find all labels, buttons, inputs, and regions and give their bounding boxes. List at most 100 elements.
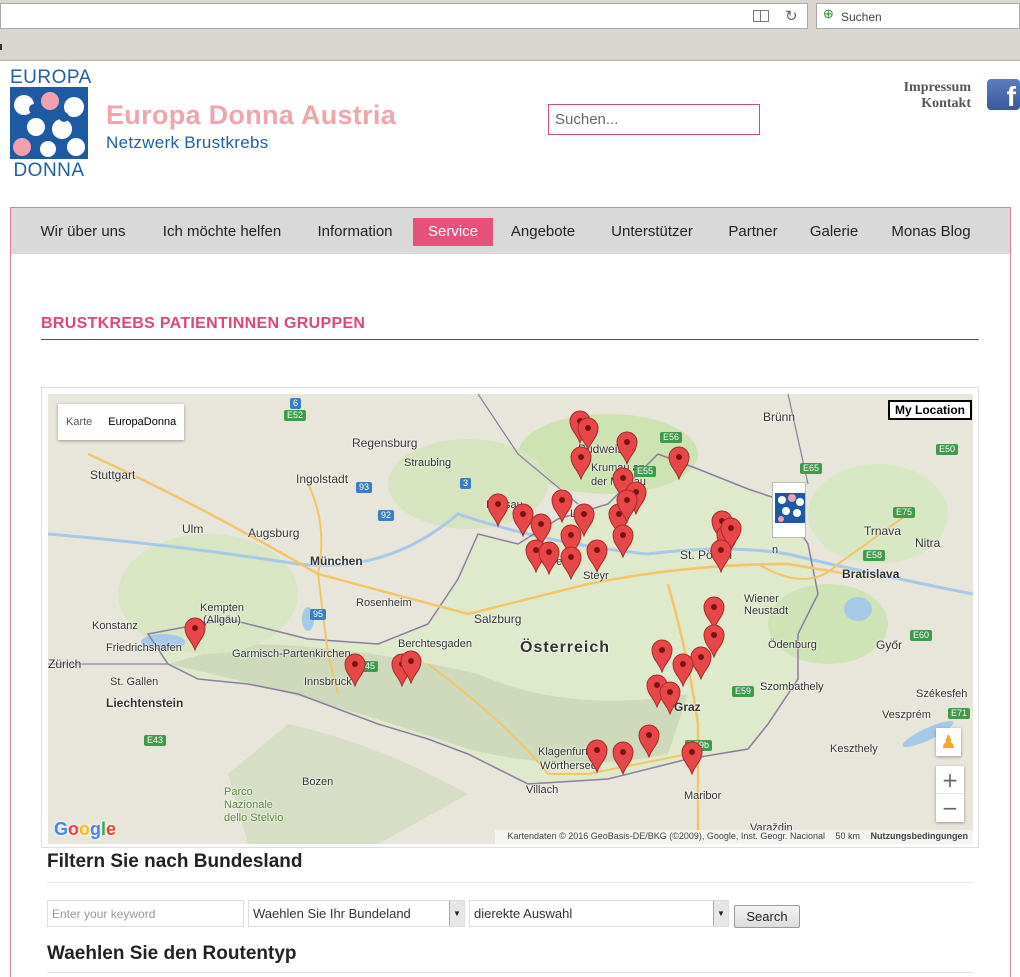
chevron-down-icon[interactable]: ▼ <box>713 901 728 926</box>
street-view-pegman-icon[interactable]: ♟ <box>936 728 961 756</box>
map-label-muenchen: München <box>310 554 363 568</box>
map-label-zuerich: Zürich <box>48 657 82 671</box>
map-label-straubing: Straubing <box>404 457 452 469</box>
map-label-ulm: Ulm <box>182 522 204 536</box>
road-badge: 6 <box>290 398 302 409</box>
browser-search-field[interactable]: ⊕ Suchen <box>816 3 1020 29</box>
route-divider <box>47 972 973 973</box>
nav-item-ich-moechte-helfen[interactable]: Ich möchte helfen <box>151 218 293 246</box>
map-label-nitra: Nitra <box>915 536 941 550</box>
road-badge: E52 <box>284 410 307 421</box>
nav-item-monas-blog[interactable]: Monas Blog <box>879 218 983 246</box>
map-label-regensburg: Regensburg <box>352 436 418 450</box>
map-type-europadonna[interactable]: EuropaDonna <box>100 404 184 440</box>
zoom-out-button[interactable]: − <box>936 794 964 822</box>
search-button[interactable]: Search <box>734 905 800 928</box>
road-badge: E43 <box>144 735 167 746</box>
map-marker-pin-icon[interactable] <box>538 541 560 576</box>
europadonna-map-marker[interactable] <box>772 482 806 538</box>
attribution-text: Kartendaten © 2016 GeoBasis-DE/BKG (©200… <box>507 831 825 841</box>
map-marker-pin-icon[interactable] <box>573 503 595 537</box>
map-label-szombathely: Szombathely <box>760 681 824 693</box>
map-label-stuttgart: Stuttgart <box>90 468 136 482</box>
map-label-st-gallen: St. Gallen <box>110 676 159 688</box>
map-marker-pin-icon[interactable] <box>551 489 573 523</box>
map-marker-pin-icon[interactable] <box>668 446 690 480</box>
map-label-ingolstadt: Ingolstadt <box>296 472 349 486</box>
map-label-bratislava: Bratislava <box>842 567 900 581</box>
map-label-stelvio-3: dello Stelvio <box>224 812 284 824</box>
zoom-in-button[interactable]: + <box>936 766 964 794</box>
impressum-link[interactable]: Impressum <box>904 80 971 96</box>
map-label-friedrichshafen: Friedrichshafen <box>106 642 182 654</box>
google-logo[interactable]: Google <box>54 819 116 840</box>
nav-item-wir-ueber-uns[interactable]: Wir über uns <box>28 218 138 246</box>
map-label-wiener: Wiener <box>744 593 779 605</box>
map-label-keszthely: Keszthely <box>830 743 878 755</box>
map-marker-pin-icon[interactable] <box>616 489 638 523</box>
nav-item-galerie[interactable]: Galerie <box>801 218 867 246</box>
map-marker-pin-icon[interactable] <box>400 650 422 684</box>
chevron-down-icon[interactable]: ▼ <box>449 901 464 926</box>
nav-item-partner[interactable]: Partner <box>719 218 787 246</box>
map-marker-pin-icon[interactable] <box>638 724 660 759</box>
map-marker-pin-icon[interactable] <box>659 681 681 716</box>
address-bar[interactable]: ↻ <box>0 3 808 29</box>
map-label-wien: n <box>772 544 779 556</box>
brand-title: Europa Donna Austria <box>106 100 397 130</box>
map-marker-pin-icon[interactable] <box>586 539 608 573</box>
road-badge: E65 <box>800 463 823 474</box>
map-marker-pin-icon[interactable] <box>560 546 582 580</box>
browser-chrome: ↻ ⊕ Suchen <box>0 0 1020 61</box>
map-marker-pin-icon[interactable] <box>487 493 509 527</box>
map-marker-pin-icon[interactable] <box>612 524 634 559</box>
map-marker-pin-icon[interactable] <box>651 639 673 673</box>
road-badge: E71 <box>948 708 971 719</box>
map-marker-pin-icon[interactable] <box>612 741 634 776</box>
map-label-konstanz: Konstanz <box>92 620 138 632</box>
site-logo[interactable]: EUROPA DONNA <box>10 67 91 181</box>
map-label-bruenn: Brünn <box>763 410 796 424</box>
map-label-maribor: Maribor <box>684 790 722 802</box>
map-marker-pin-icon[interactable] <box>710 539 732 573</box>
road-badge: 3 <box>460 478 472 489</box>
route-type-title: Waehlen Sie den Routentyp <box>47 943 297 964</box>
road-badge: E60 <box>910 630 933 641</box>
map-type-karte[interactable]: Karte <box>58 404 100 440</box>
facebook-icon[interactable]: f <box>987 79 1020 112</box>
nav-item-information[interactable]: Information <box>307 218 403 246</box>
nav-item-angebote[interactable]: Angebote <box>501 218 585 246</box>
keyword-input[interactable] <box>47 900 244 927</box>
map-label-oesterreich: Österreich <box>520 639 611 656</box>
bundesland-select[interactable]: Waehlen Sie Ihr Bundeland ▼ <box>248 900 465 927</box>
map-label-gyor: Győr <box>876 638 903 652</box>
nav-item-service[interactable]: Service <box>413 218 493 246</box>
filter-title: Filtern Sie nach Bundesland <box>47 851 303 872</box>
logo-graphic <box>10 87 88 159</box>
map-canvas[interactable]: Brünn Budweis Krumau an der Moldau Regen… <box>48 394 973 844</box>
map-marker-pin-icon[interactable] <box>586 739 608 773</box>
my-location-button[interactable]: My Location <box>888 400 973 420</box>
auswahl-select[interactable]: dierekte Auswahl ▼ <box>469 900 729 927</box>
map-label-bozen: Bozen <box>302 776 334 788</box>
kontakt-link[interactable]: Kontakt <box>904 96 971 112</box>
map-label-allgaeu: (Allgäu) <box>203 614 241 626</box>
search-engine-icon[interactable]: ⊕ <box>823 7 834 22</box>
road-badge: E58 <box>863 550 886 561</box>
map-marker-pin-icon[interactable] <box>681 741 703 776</box>
reload-icon[interactable]: ↻ <box>785 7 798 25</box>
map-label-villach: Villach <box>526 784 559 796</box>
filter-divider <box>47 882 973 883</box>
map-label-salzburg: Salzburg <box>474 612 522 626</box>
nav-item-unterstuetzer[interactable]: Unterstützer <box>600 218 704 246</box>
terms-link[interactable]: Nutzungsbedingungen <box>871 831 968 841</box>
map-marker-pin-icon[interactable] <box>570 446 592 480</box>
road-badge: 93 <box>356 482 373 493</box>
site-search-input[interactable] <box>548 104 760 135</box>
reader-view-icon[interactable] <box>753 10 769 22</box>
map-marker-pin-icon[interactable] <box>616 431 638 466</box>
map-label-veszprem: Veszprém <box>882 709 931 721</box>
map-label-trnava: Trnava <box>864 524 901 538</box>
map-marker-pin-icon[interactable] <box>344 653 366 687</box>
map-marker-pin-icon[interactable] <box>184 617 206 652</box>
